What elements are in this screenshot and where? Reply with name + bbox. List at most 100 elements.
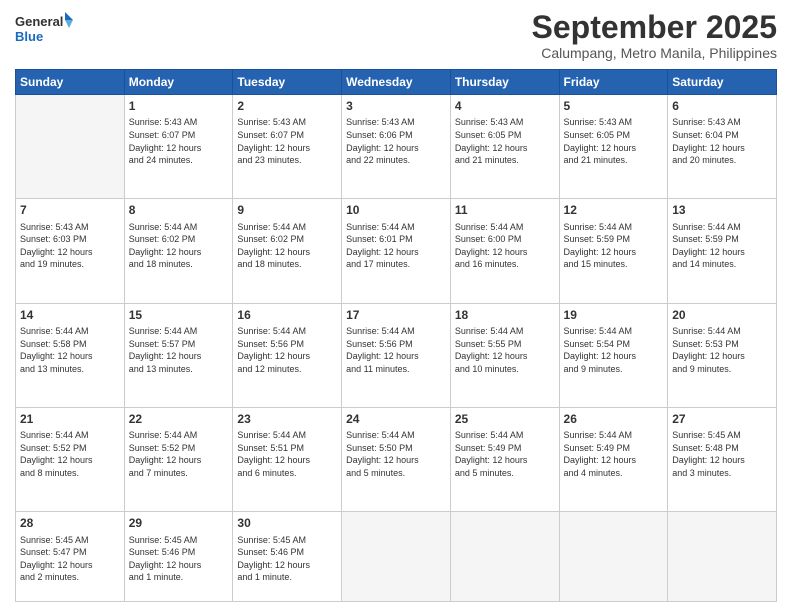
day-number: 7 [20, 202, 120, 218]
table-row: 26Sunrise: 5:44 AMSunset: 5:49 PMDayligh… [559, 408, 668, 512]
table-row: 11 Sunrise: 5:44 AMSunset: 6:00 PMDayligh… [450, 199, 559, 303]
day-info: Sunrise: 5:44 AMSunset: 5:59 PMDaylight:… [564, 221, 664, 271]
table-row: 6 Sunrise: 5:43 AMSunset: 6:04 PMDaylight… [668, 95, 777, 199]
day-info: Sunrise: 5:43 AMSunset: 6:04 PMDaylight:… [672, 116, 772, 166]
day-number: 25 [455, 411, 555, 427]
day-info: Sunrise: 5:44 AMSunset: 5:55 PMDaylight:… [455, 325, 555, 375]
day-info: Sunrise: 5:43 AMSunset: 6:05 PMDaylight:… [455, 116, 555, 166]
day-number: 28 [20, 515, 120, 531]
table-row [450, 512, 559, 602]
day-info: Sunrise: 5:44 AMSunset: 6:00 PMDaylight:… [455, 221, 555, 271]
table-row: 19Sunrise: 5:44 AMSunset: 5:54 PMDayligh… [559, 303, 668, 407]
day-info: Sunrise: 5:43 AMSunset: 6:03 PMDaylight:… [20, 221, 120, 271]
day-info: Sunrise: 5:44 AMSunset: 5:56 PMDaylight:… [346, 325, 446, 375]
table-row [668, 512, 777, 602]
day-info: Sunrise: 5:45 AMSunset: 5:48 PMDaylight:… [672, 429, 772, 479]
day-info: Sunrise: 5:44 AMSunset: 5:52 PMDaylight:… [129, 429, 229, 479]
day-info: Sunrise: 5:44 AMSunset: 5:54 PMDaylight:… [564, 325, 664, 375]
table-row: 22 Sunrise: 5:44 AMSunset: 5:52 PMDayligh… [124, 408, 233, 512]
logo: General Blue [15, 10, 75, 48]
day-info: Sunrise: 5:43 AMSunset: 6:06 PMDaylight:… [346, 116, 446, 166]
table-row: 18 Sunrise: 5:44 AMSunset: 5:55 PMDayligh… [450, 303, 559, 407]
table-row: 16 Sunrise: 5:44 AMSunset: 5:56 PMDayligh… [233, 303, 342, 407]
table-row: 13Sunrise: 5:44 AMSunset: 5:59 PMDayligh… [668, 199, 777, 303]
day-number: 14 [20, 307, 120, 323]
day-number: 18 [455, 307, 555, 323]
table-row [559, 512, 668, 602]
table-row: 4 Sunrise: 5:43 AMSunset: 6:05 PMDaylight… [450, 95, 559, 199]
day-info: Sunrise: 5:44 AMSunset: 5:49 PMDaylight:… [455, 429, 555, 479]
day-info: Sunrise: 5:44 AMSunset: 5:53 PMDaylight:… [672, 325, 772, 375]
table-row [16, 95, 125, 199]
table-row: 24 Sunrise: 5:44 AMSunset: 5:50 PMDayligh… [342, 408, 451, 512]
day-info: Sunrise: 5:44 AMSunset: 5:49 PMDaylight:… [564, 429, 664, 479]
month-title: September 2025 [532, 10, 777, 45]
table-row: 21 Sunrise: 5:44 AMSunset: 5:52 PMDayligh… [16, 408, 125, 512]
day-info: Sunrise: 5:43 AMSunset: 6:07 PMDaylight:… [237, 116, 337, 166]
table-row: 7 Sunrise: 5:43 AMSunset: 6:03 PMDaylight… [16, 199, 125, 303]
day-info: Sunrise: 5:43 AMSunset: 6:07 PMDaylight:… [129, 116, 229, 166]
table-row: 30 Sunrise: 5:45 AMSunset: 5:46 PMDayligh… [233, 512, 342, 602]
col-tuesday: Tuesday [233, 70, 342, 95]
day-number: 27 [672, 411, 772, 427]
day-info: Sunrise: 5:44 AMSunset: 5:57 PMDaylight:… [129, 325, 229, 375]
day-info: Sunrise: 5:43 AMSunset: 6:05 PMDaylight:… [564, 116, 664, 166]
col-thursday: Thursday [450, 70, 559, 95]
day-number: 15 [129, 307, 229, 323]
logo-svg: General Blue [15, 10, 75, 48]
location: Calumpang, Metro Manila, Philippines [532, 45, 777, 61]
day-number: 20 [672, 307, 772, 323]
table-row [342, 512, 451, 602]
day-number: 23 [237, 411, 337, 427]
day-info: Sunrise: 5:44 AMSunset: 5:50 PMDaylight:… [346, 429, 446, 479]
col-wednesday: Wednesday [342, 70, 451, 95]
day-number: 17 [346, 307, 446, 323]
day-number: 3 [346, 98, 446, 114]
day-number: 4 [455, 98, 555, 114]
table-row: 17 Sunrise: 5:44 AMSunset: 5:56 PMDayligh… [342, 303, 451, 407]
day-info: Sunrise: 5:44 AMSunset: 5:58 PMDaylight:… [20, 325, 120, 375]
table-row: 10Sunrise: 5:44 AMSunset: 6:01 PMDayligh… [342, 199, 451, 303]
table-row: 23 Sunrise: 5:44 AMSunset: 5:51 PMDayligh… [233, 408, 342, 512]
table-row: 29 Sunrise: 5:45 AMSunset: 5:46 PMDayligh… [124, 512, 233, 602]
day-number: 6 [672, 98, 772, 114]
day-number: 30 [237, 515, 337, 531]
table-row: 8Sunrise: 5:44 AMSunset: 6:02 PMDaylight… [124, 199, 233, 303]
table-row: 12 Sunrise: 5:44 AMSunset: 5:59 PMDayligh… [559, 199, 668, 303]
day-info: Sunrise: 5:44 AMSunset: 5:56 PMDaylight:… [237, 325, 337, 375]
day-number: 21 [20, 411, 120, 427]
table-row: 15 Sunrise: 5:44 AMSunset: 5:57 PMDayligh… [124, 303, 233, 407]
day-number: 1 [129, 98, 229, 114]
day-info: Sunrise: 5:44 AMSunset: 5:52 PMDaylight:… [20, 429, 120, 479]
day-info: Sunrise: 5:45 AMSunset: 5:46 PMDaylight:… [237, 534, 337, 584]
day-info: Sunrise: 5:45 AMSunset: 5:46 PMDaylight:… [129, 534, 229, 584]
col-friday: Friday [559, 70, 668, 95]
day-number: 16 [237, 307, 337, 323]
day-number: 11 [455, 202, 555, 218]
table-row: 2Sunrise: 5:43 AMSunset: 6:07 PMDaylight… [233, 95, 342, 199]
table-row: 20 Sunrise: 5:44 AMSunset: 5:53 PMDayligh… [668, 303, 777, 407]
col-saturday: Saturday [668, 70, 777, 95]
svg-text:Blue: Blue [15, 29, 43, 44]
day-number: 24 [346, 411, 446, 427]
header: General Blue September 2025 Calumpang, M… [15, 10, 777, 61]
table-row: 3 Sunrise: 5:43 AMSunset: 6:06 PMDaylight… [342, 95, 451, 199]
day-number: 29 [129, 515, 229, 531]
svg-text:General: General [15, 14, 63, 29]
calendar-header-row: Sunday Monday Tuesday Wednesday Thursday… [16, 70, 777, 95]
day-info: Sunrise: 5:44 AMSunset: 5:51 PMDaylight:… [237, 429, 337, 479]
title-block: September 2025 Calumpang, Metro Manila, … [532, 10, 777, 61]
table-row: 27 Sunrise: 5:45 AMSunset: 5:48 PMDayligh… [668, 408, 777, 512]
page: General Blue September 2025 Calumpang, M… [0, 0, 792, 612]
day-number: 8 [129, 202, 229, 218]
table-row: 9Sunrise: 5:44 AMSunset: 6:02 PMDaylight… [233, 199, 342, 303]
day-info: Sunrise: 5:44 AMSunset: 6:02 PMDaylight:… [237, 221, 337, 271]
table-row: 1 Sunrise: 5:43 AMSunset: 6:07 PMDaylight… [124, 95, 233, 199]
day-info: Sunrise: 5:45 AMSunset: 5:47 PMDaylight:… [20, 534, 120, 584]
calendar-table: Sunday Monday Tuesday Wednesday Thursday… [15, 69, 777, 602]
day-number: 12 [564, 202, 664, 218]
table-row: 14 Sunrise: 5:44 AMSunset: 5:58 PMDayligh… [16, 303, 125, 407]
day-number: 13 [672, 202, 772, 218]
day-number: 22 [129, 411, 229, 427]
day-number: 10 [346, 202, 446, 218]
